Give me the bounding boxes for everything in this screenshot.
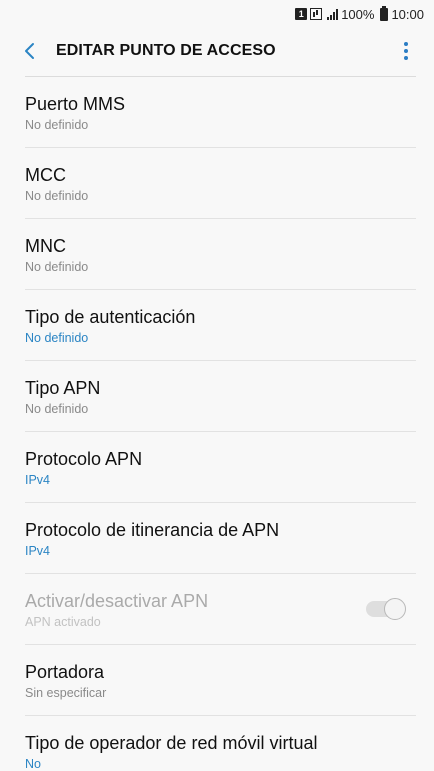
app-bar: EDITAR PUNTO DE ACCESO [0, 28, 434, 74]
list-item-tipo-autenticacion[interactable]: Tipo de autenticación No definido [0, 290, 434, 361]
item-subtitle: No definido [25, 331, 89, 345]
item-title: Tipo de autenticación [25, 307, 196, 327]
item-title: MNC [25, 236, 66, 256]
item-title: Protocolo APN [25, 449, 143, 469]
more-options-button[interactable] [392, 37, 420, 65]
list-item-portadora[interactable]: Portadora Sin especificar [0, 645, 434, 716]
list-item-mnc[interactable]: MNC No definido [0, 219, 434, 290]
item-subtitle: No definido [25, 260, 89, 274]
list-item-protocolo-itinerancia[interactable]: Protocolo de itinerancia de APN IPv4 [0, 503, 434, 574]
item-title: MCC [25, 165, 66, 185]
battery-icon [380, 5, 389, 21]
item-title: Portadora [25, 662, 105, 682]
item-subtitle: No definido [25, 402, 89, 416]
item-subtitle: IPv4 [25, 544, 51, 558]
apn-toggle-switch[interactable] [366, 598, 406, 620]
list-item-mcc[interactable]: MCC No definido [0, 148, 434, 219]
list-item-protocolo-apn[interactable]: Protocolo APN IPv4 [0, 432, 434, 503]
signal-icon [327, 8, 339, 20]
status-bar: 1 100% 10:00 [0, 0, 434, 28]
data-icon [310, 8, 323, 20]
item-title: Tipo APN [25, 378, 101, 398]
battery-percent: 100% [341, 6, 375, 22]
item-subtitle: No definido [25, 118, 89, 132]
list-item-activar-apn: Activar/desactivar APN APN activado [0, 574, 434, 645]
list-item-tipo-apn[interactable]: Tipo APN No definido [0, 361, 434, 432]
item-subtitle: No definido [25, 189, 89, 203]
sim-icon: 1 [295, 8, 308, 20]
item-title: Puerto MMS [25, 94, 126, 114]
more-vertical-icon-dot [404, 56, 408, 60]
toggle-thumb [384, 598, 406, 620]
list-item-tipo-operador-mvno[interactable]: Tipo de operador de red móvil virtual No [0, 716, 434, 771]
more-vertical-icon-dot [404, 49, 408, 53]
chevron-left-icon [25, 43, 34, 59]
item-subtitle: Sin especificar [25, 686, 107, 700]
clock: 10:00 [391, 6, 424, 22]
item-title: Protocolo de itinerancia de APN [25, 520, 280, 540]
more-vertical-icon [404, 42, 408, 46]
item-title: Tipo de operador de red móvil virtual [25, 733, 318, 753]
page-title: EDITAR PUNTO DE ACCESO [56, 42, 276, 59]
settings-list: Puerto MMS No definido MCC No definido M… [0, 77, 434, 771]
item-subtitle: No [25, 757, 41, 771]
list-item-puerto-mms[interactable]: Puerto MMS No definido [0, 77, 434, 148]
item-subtitle: IPv4 [25, 473, 51, 487]
back-button[interactable] [8, 28, 52, 74]
